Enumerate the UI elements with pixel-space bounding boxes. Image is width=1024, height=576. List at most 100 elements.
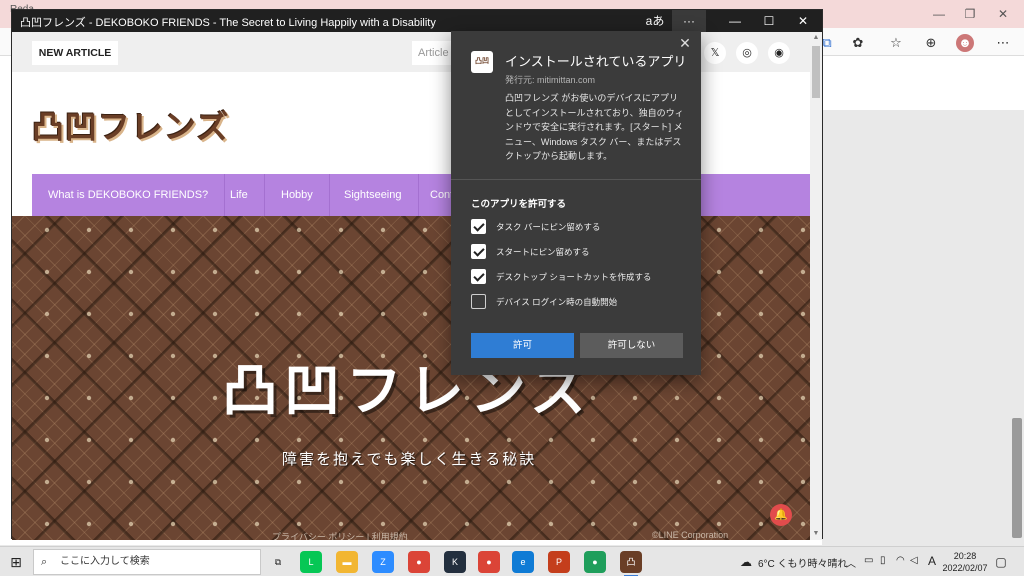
bg-minimize-button[interactable]: —: [924, 4, 954, 24]
collections-icon[interactable]: ⊕: [922, 34, 940, 52]
taskbar-app-kindle[interactable]: K: [444, 551, 466, 573]
tray-chevron-icon[interactable]: ︿: [846, 555, 856, 570]
checkbox-auto-start[interactable]: [471, 294, 486, 309]
pattern-dot: [86, 521, 92, 527]
taskbar-app-dekoboko-app[interactable]: 凸: [620, 551, 642, 576]
taskbar-search-input[interactable]: ⌕ ここに入力して検索: [33, 549, 261, 575]
pattern-dot: [128, 269, 134, 275]
pattern-dot: [758, 227, 764, 233]
site-scrollbar[interactable]: ▲ ▼: [810, 32, 822, 540]
option-auto-start[interactable]: デバイス ログイン時の自動開始: [471, 294, 691, 310]
option-pin-taskbar[interactable]: タスク バーにピン留めする: [471, 219, 691, 235]
option-pin-start[interactable]: スタートにピン留めする: [471, 244, 691, 260]
notification-center-icon[interactable]: ▢: [992, 553, 1010, 571]
search-icon: ⌕: [41, 556, 48, 568]
taskbar-app-line[interactable]: L: [300, 551, 322, 573]
background-scrollbar[interactable]: [1012, 418, 1022, 538]
tray-device-icon[interactable]: ▭: [864, 555, 873, 566]
volume-icon[interactable]: ◁: [910, 555, 918, 566]
pattern-dot: [506, 479, 512, 485]
option-label: タスク バーにピン留めする: [496, 222, 601, 232]
pattern-dot: [86, 227, 92, 233]
battery-icon[interactable]: ▯: [880, 555, 886, 566]
reader-mode-button[interactable]: aあ: [638, 10, 672, 32]
notification-bell-icon[interactable]: 🔔: [770, 504, 792, 526]
pattern-dot: [548, 521, 554, 527]
footer-links[interactable]: プライバシー ポリシー | 利用規約: [272, 530, 408, 540]
wifi-icon[interactable]: ◠: [896, 555, 905, 566]
pattern-dot: [590, 479, 596, 485]
pattern-dot: [758, 353, 764, 359]
pattern-dot: [86, 395, 92, 401]
footer-copyright: ©LINE Corporation: [652, 530, 729, 540]
nav-item-life[interactable]: Life: [214, 174, 265, 216]
scroll-down-icon[interactable]: ▼: [812, 530, 820, 538]
pattern-dot: [128, 521, 134, 527]
profile-avatar[interactable]: ☻: [956, 34, 974, 52]
taskbar-app-chrome-dev[interactable]: ●: [584, 551, 606, 573]
pattern-dot: [296, 521, 302, 527]
dialog-close-icon[interactable]: ✕: [677, 35, 693, 51]
pattern-dot: [338, 479, 344, 485]
scroll-thumb[interactable]: [812, 46, 820, 98]
bg-maximize-button[interactable]: ❐: [955, 4, 985, 24]
pattern-dot: [212, 227, 218, 233]
taskbar-app-powerpoint[interactable]: P: [548, 551, 570, 573]
app-close-button[interactable]: ✕: [786, 10, 820, 32]
pattern-dot: [590, 437, 596, 443]
pattern-dot: [800, 395, 806, 401]
app-minimize-button[interactable]: —: [718, 10, 752, 32]
taskbar-app-chrome[interactable]: ●: [408, 551, 430, 573]
nav-item-about[interactable]: What is DEKOBOKO FRIENDS?: [32, 174, 226, 216]
weather-icon[interactable]: ☁: [740, 555, 752, 569]
weather-text[interactable]: 6°C くもり時々晴れ: [758, 555, 848, 570]
option-desktop-shortcut[interactable]: デスクトップ ショートカットを作成する: [471, 269, 691, 285]
checkbox-pin-taskbar[interactable]: [471, 219, 486, 234]
puzzle-icon[interactable]: ✿: [849, 34, 867, 52]
pattern-dot: [86, 311, 92, 317]
pattern-dot: [632, 395, 638, 401]
pattern-dot: [800, 521, 806, 527]
pattern-dot: [338, 269, 344, 275]
rss-icon[interactable]: ◉: [768, 42, 790, 64]
taskbar-app-task-view[interactable]: ⧉: [267, 551, 289, 573]
deny-button[interactable]: 許可しない: [580, 333, 683, 358]
nav-item-sightseeing[interactable]: Sightseeing: [328, 174, 419, 216]
taskbar-clock[interactable]: 20:28 2022/02/07: [940, 550, 990, 574]
checkbox-desktop-shortcut[interactable]: [471, 269, 486, 284]
pattern-dot: [422, 521, 428, 527]
site-logo[interactable]: 凸凹フレンズ: [32, 102, 229, 148]
bg-close-button[interactable]: ✕: [988, 4, 1018, 24]
app-more-button[interactable]: ···: [672, 10, 706, 32]
pattern-dot: [716, 437, 722, 443]
favorites-icon[interactable]: ☆: [887, 34, 905, 52]
pattern-dot: [674, 395, 680, 401]
ime-indicator[interactable]: A: [928, 554, 936, 568]
twitter-icon[interactable]: 𝕏: [704, 42, 726, 64]
pattern-dot: [674, 521, 680, 527]
pattern-dot: [128, 395, 134, 401]
pattern-dot: [800, 269, 806, 275]
taskbar-app-edge[interactable]: e: [512, 551, 534, 573]
pattern-dot: [128, 353, 134, 359]
app-icon: 凸凹: [471, 51, 493, 73]
scroll-up-icon[interactable]: ▲: [812, 34, 820, 42]
pattern-dot: [632, 521, 638, 527]
nav-item-hobby[interactable]: Hobby: [265, 174, 330, 216]
windows-start-icon[interactable]: ⊞: [6, 552, 26, 572]
allow-button[interactable]: 許可: [471, 333, 574, 358]
instagram-icon[interactable]: ◎: [736, 42, 758, 64]
taskbar-app-zoom[interactable]: Z: [372, 551, 394, 573]
app-maximize-button[interactable]: ☐: [752, 10, 786, 32]
new-article-button[interactable]: NEW ARTICLE: [32, 41, 118, 65]
pattern-dot: [800, 227, 806, 233]
pattern-dot: [674, 479, 680, 485]
checkbox-pin-start[interactable]: [471, 244, 486, 259]
taskbar-app-chrome2[interactable]: ●: [478, 551, 500, 573]
pattern-dot: [170, 353, 176, 359]
taskbar-app-explorer[interactable]: ▬: [336, 551, 358, 573]
more-icon[interactable]: ⋯: [994, 34, 1012, 52]
pattern-dot: [86, 353, 92, 359]
dialog-publisher: 発行元: mitimittan.com: [505, 75, 596, 85]
pattern-dot: [212, 311, 218, 317]
